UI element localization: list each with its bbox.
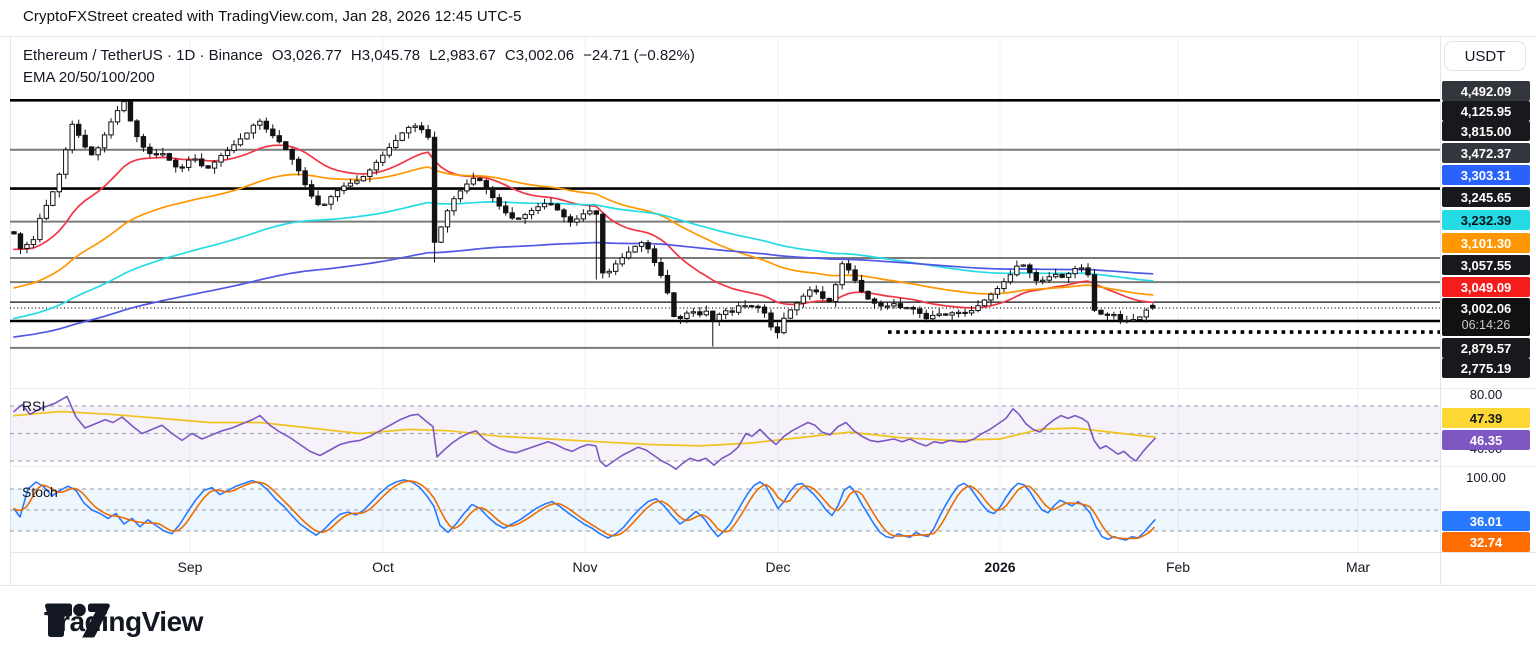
time-axis-label-Sep: Sep [178,559,203,575]
price-level-label: 3,472.37 [1442,143,1530,163]
chart-frame-bottom [0,585,1536,586]
chart-plot-svg [10,36,1440,585]
axis-tick-label: 80.00 [1442,387,1530,402]
current-price-value: 3,002.06 [1461,300,1512,317]
indicator-value-label: 36.01 [1442,511,1530,531]
ohlc-low: L2,983.67 [429,47,496,64]
indicator-value-label: 46.35 [1442,430,1530,450]
price-level-label: 4,125.95 [1442,101,1530,121]
price-level-label: 3,232.39 [1442,210,1530,230]
time-axis-label-Dec: Dec [766,559,791,575]
ohlc-open: O3,026.77 [272,47,342,64]
price-level-label: 3,245.65 [1442,187,1530,207]
tradingview-logo[interactable]: TradingView [44,606,203,638]
time-axis-label-Nov: Nov [573,559,598,575]
price-level-label: 3,101.30 [1442,233,1530,253]
price-level-label: 4,492.09 [1442,81,1530,101]
ohlc-change: −24.71 (−0.82%) [583,47,695,64]
rsi-pane-title[interactable]: RSI [22,398,45,414]
bar-countdown-timer: 06:14:26 [1462,317,1511,334]
time-axis-label-Oct: Oct [372,559,394,575]
ohlc-high: H3,045.78 [351,47,420,64]
stoch-pane-title[interactable]: Stoch [22,484,58,500]
ema-indicator-legend[interactable]: EMA 20/50/100/200 [23,69,155,86]
currency-toggle-button[interactable]: USDT [1444,41,1526,71]
time-axis-label-2026: 2026 [984,559,1015,575]
price-level-label: 2,775.19 [1442,358,1530,378]
price-level-label: 3,815.00 [1442,121,1530,141]
axis-tick-label: 100.00 [1442,470,1530,485]
price-level-label: 3,057.55 [1442,255,1530,275]
price-level-label: 3,303.31 [1442,165,1530,185]
tradingview-chart-export: CryptoFXStreet created with TradingView.… [0,0,1536,662]
time-axis-label-Mar: Mar [1346,559,1370,575]
tradingview-logo-icon [44,603,110,641]
ohlc-close: C3,002.06 [505,47,574,64]
candlestick-series [12,100,1155,346]
attribution-header: CryptoFXStreet created with TradingView.… [23,8,522,25]
current-price-label: 3,002.0606:14:26 [1442,298,1530,336]
price-level-label: 3,049.09 [1442,277,1530,297]
indicator-value-label: 32.74 [1442,532,1530,552]
symbol-legend: Ethereum / TetherUS · 1D · Binance O3,026… [23,47,695,64]
indicator-value-label: 47.39 [1442,408,1530,428]
price-level-label: 2,879.57 [1442,338,1530,358]
price-axis-separator [1440,36,1441,585]
symbol-title[interactable]: Ethereum / TetherUS · 1D · Binance [23,47,263,64]
time-axis-label-Feb: Feb [1166,559,1190,575]
